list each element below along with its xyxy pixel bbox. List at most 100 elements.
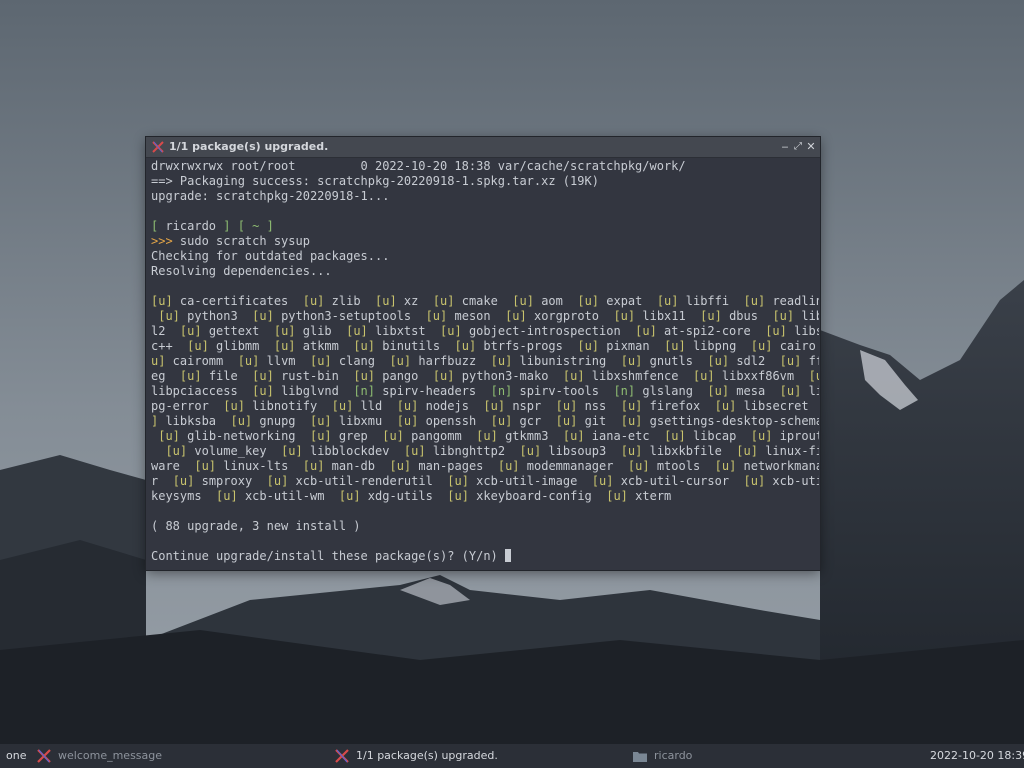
terminal-text: networkmanage — [743, 459, 819, 473]
terminal-text: [u] — [396, 414, 419, 428]
terminal-text: [n] — [353, 384, 376, 398]
taskbar-task-terminal[interactable]: 1/1 package(s) upgraded. — [356, 749, 498, 762]
terminal-text: [u] — [158, 429, 180, 443]
terminal-text: ffmp — [808, 354, 819, 368]
terminal-text: gcr — [512, 414, 556, 428]
minimize-button[interactable]: ‒ — [779, 140, 791, 154]
terminal-line: keysyms [u] xcb-util-wm [u] xdg-utils [u… — [151, 489, 819, 504]
terminal-text: [u] — [512, 294, 534, 308]
maximize-button[interactable]: ⤢ — [792, 140, 804, 154]
terminal-line: ware [u] linux-lts [u] man-db [u] man-pa… — [151, 459, 819, 474]
terminal-text: libpciaccess — [151, 384, 253, 398]
taskbar-task-ricardo[interactable]: ricardo — [654, 749, 692, 762]
terminal-line: ( 88 upgrade, 3 new install ) — [151, 519, 819, 534]
terminal-text: [u] — [179, 324, 202, 338]
terminal-text: grep — [331, 429, 383, 443]
terminal-text: [u] — [714, 399, 737, 413]
terminal-text: [u] — [331, 399, 354, 413]
terminal-text: nodejs — [418, 399, 484, 413]
terminal-text: spirv-headers — [375, 384, 491, 398]
terminal-line: [u] ca-certificates [u] zlib [u] xz [u] … — [151, 294, 819, 309]
terminal-text: [n] — [490, 384, 513, 398]
terminal-text: [u] — [346, 324, 368, 338]
terminal-text: ( 88 upgrade, 3 new install ) — [151, 519, 361, 533]
terminal-text: xz — [396, 294, 433, 308]
terminal-text: gettext — [201, 324, 274, 338]
terminal-window[interactable]: 1/1 package(s) upgraded. ‒ ⤢ ✕ drwxrwxrw… — [146, 137, 820, 570]
terminal-text: c++ — [151, 339, 188, 353]
terminal-text: nspr — [505, 399, 556, 413]
terminal-text: [u] — [302, 459, 325, 473]
x-app-icon — [335, 749, 349, 763]
terminal-text: [u] — [447, 489, 469, 503]
terminal-text: libxshmfence — [584, 369, 693, 383]
terminal-text: [u] — [750, 429, 773, 443]
terminal-text: [u] — [273, 324, 296, 338]
terminal-text: libpng — [685, 339, 751, 353]
terminal-text: gnupg — [252, 414, 310, 428]
terminal-text: [u] — [223, 399, 245, 413]
terminal-output[interactable]: drwxrwxrwx root/root 0 2022-10-20 18:38 … — [151, 159, 819, 567]
terminal-text: [u] — [353, 369, 376, 383]
terminal-text: [u] — [606, 489, 628, 503]
terminal-text: git — [577, 414, 621, 428]
terminal-text: [u] — [779, 354, 802, 368]
workspace-indicator[interactable]: one — [6, 749, 26, 762]
terminal-text: [u] — [432, 294, 455, 308]
terminal-text: gobject-introspection — [461, 324, 636, 338]
terminal-text: [u] — [635, 324, 657, 338]
terminal-text: [u] — [664, 339, 686, 353]
terminal-text: libunistring — [512, 354, 621, 368]
terminal-text: iproute2 — [779, 429, 819, 443]
terminal-text: ware — [151, 459, 195, 473]
terminal-text: libffi — [678, 294, 744, 308]
terminal-text: [u] — [172, 474, 195, 488]
terminal-text: xcb-util- — [772, 474, 819, 488]
terminal-text: libcap — [685, 429, 751, 443]
terminal-text: xcb-util-wm — [237, 489, 339, 503]
terminal-text: llvm — [259, 354, 310, 368]
terminal-text: readline — [772, 294, 819, 308]
terminal-text: [u] — [440, 324, 462, 338]
terminal-text: xdg-utils — [360, 489, 448, 503]
close-button[interactable]: ✕ — [805, 140, 817, 154]
terminal-text: [u] — [750, 339, 773, 353]
terminal-text: [u] — [309, 354, 332, 368]
terminal-text: file — [201, 369, 253, 383]
terminal-text: [u] — [389, 459, 412, 473]
terminal-text: [u] — [454, 339, 477, 353]
taskbar-task-welcome-message[interactable]: welcome_message — [58, 749, 162, 762]
terminal-text: linux-lts — [216, 459, 303, 473]
terminal-text: openssh — [418, 414, 491, 428]
terminal-text: libxkbfile — [642, 444, 737, 458]
terminal-text: [u] — [353, 339, 376, 353]
terminal-line: upgrade: scratchpkg-20220918-1... — [151, 189, 819, 204]
terminal-text: ca-certificates — [172, 294, 303, 308]
terminal-line: ==> Packaging success: scratchpkg-202209… — [151, 174, 819, 189]
terminal-text: python3-mako — [454, 369, 563, 383]
terminal-text: glslang — [635, 384, 708, 398]
terminal-text: [u] — [216, 489, 238, 503]
terminal-text: [u] — [620, 399, 643, 413]
terminal-text: [u] — [519, 444, 542, 458]
terminal-text: l2 — [151, 324, 180, 338]
terminal-text: xterm — [627, 489, 672, 503]
window-titlebar[interactable]: 1/1 package(s) upgraded. ‒ ⤢ ✕ — [146, 137, 820, 158]
folder-icon — [633, 752, 647, 762]
terminal-text: libg — [808, 384, 819, 398]
terminal-text: pg-error — [151, 399, 224, 413]
terminal-text: [u] — [490, 414, 513, 428]
terminal-text: [u] — [389, 354, 412, 368]
terminal-text: [u] — [656, 294, 679, 308]
terminal-text: glibmm — [208, 339, 274, 353]
text-cursor — [505, 549, 512, 562]
terminal-line: Checking for outdated packages... — [151, 249, 819, 264]
terminal-text: xcb-util-image — [468, 474, 592, 488]
terminal-text: [u] — [252, 384, 274, 398]
terminal-text: [u] — [613, 309, 636, 323]
terminal-text: upgrade: scratchpkg-20220918-1... — [151, 189, 390, 203]
terminal-text: libx11 — [635, 309, 701, 323]
terminal-text: expat — [599, 294, 657, 308]
